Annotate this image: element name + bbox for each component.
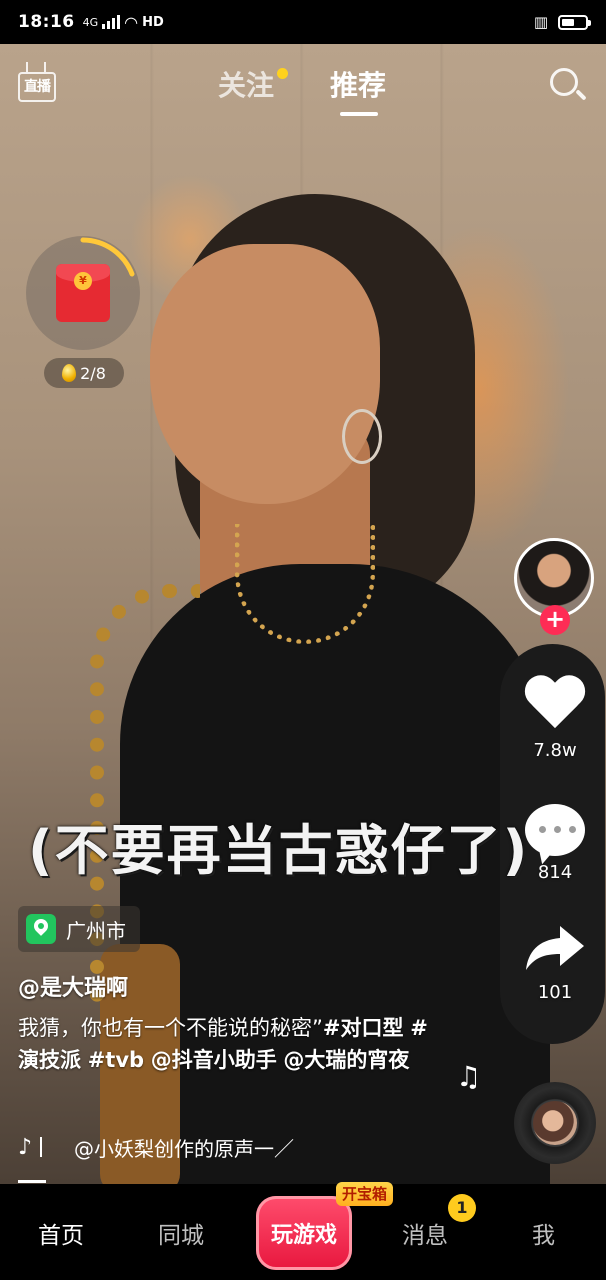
douyin-logo-icon: ♪ [18,1134,33,1160]
author-name[interactable]: @是大瑞啊 [18,970,128,1002]
live-label: 直播 [24,79,51,95]
wifi-icon: ◠ [124,12,139,32]
status-time: 18:16 [18,12,75,32]
video-progress-indicator [18,1180,46,1183]
location-tag[interactable]: 广州市 [18,906,140,952]
comment-button[interactable]: 814 [520,804,590,883]
signal-icon: 4G ◠ HD [83,13,164,32]
location-name: 广州市 [66,918,126,943]
search-button[interactable] [548,66,588,106]
red-packet-widget[interactable]: ¥ [26,236,140,350]
bottom-nav: 首页 同城 玩游戏 开宝箱 消息 1 我 [0,1182,606,1280]
vibrate-icon: ▥ [533,13,548,31]
hashtag-lipsync[interactable]: #对口型 [323,1016,404,1040]
messages-badge: 1 [448,1194,476,1222]
tv-antenna-icon [26,62,46,72]
nav-me[interactable]: 我 [532,1216,555,1250]
mention-douyin-helper[interactable]: @抖音小助手 [151,1048,277,1072]
live-button[interactable]: 直播 [16,62,58,104]
tab-recommended-label: 推荐 [330,69,387,102]
location-pin-icon [26,914,56,944]
music-info[interactable]: ♪ @小妖梨创作的原声一／ [18,1130,338,1164]
floating-music-note-icon: ♫ [456,1060,482,1093]
top-nav: 直播 关注 推荐 [0,56,606,116]
nav-messages[interactable]: 消息 [402,1216,448,1250]
nav-play-game[interactable]: 玩游戏 [256,1196,352,1270]
tab-following-label: 关注 [218,69,275,102]
tv-icon: 直播 [18,72,56,102]
comment-count: 814 [537,862,573,883]
share-icon [526,926,584,970]
search-icon [550,68,578,96]
follow-plus-button[interactable]: + [540,605,570,635]
music-bars-icon [40,1137,58,1157]
nav-home[interactable]: 首页 [38,1216,84,1250]
video-subtitle: (不要再当古惑仔了) [28,819,530,882]
video-description: 我猜，你也有一个不能说的秘密”#对口型 #演技派 #tvb @抖音小助手 @大瑞… [18,1012,448,1076]
coin-counter: 2/8 [44,358,124,388]
coin-count: 2/8 [80,363,106,383]
red-envelope-icon: ¥ [56,264,110,322]
tab-following[interactable]: 关注 [218,64,289,104]
status-bar: 18:16 4G ◠ HD ▥ [0,0,606,44]
yuan-coin-icon: ¥ [74,272,92,290]
like-count: 7.8w [533,740,577,761]
golden-egg-icon [62,364,77,382]
comment-icon [525,804,585,856]
new-content-dot [277,68,289,79]
hd-label: HD [142,14,164,30]
open-treasure-tag: 开宝箱 [336,1182,394,1206]
video-subject-face [150,244,380,504]
nav-play-game-label: 玩游戏 [270,1223,337,1248]
share-button[interactable]: 101 [520,922,590,1003]
active-tab-indicator [340,112,378,116]
heart-icon [523,676,587,736]
music-cover [533,1101,577,1145]
video-subject-earring [342,409,382,464]
share-count: 101 [537,982,573,1003]
description-text: 我猜，你也有一个不能说的秘密” [18,1016,323,1040]
tab-recommended[interactable]: 推荐 [330,64,387,116]
music-disc[interactable] [514,1082,596,1164]
like-button[interactable]: 7.8w [520,676,590,761]
network-type: 4G [82,15,99,29]
search-icon-handle [575,89,587,101]
battery-icon [558,14,591,30]
hashtag-tvb[interactable]: #tvb [88,1048,144,1072]
mention-darui-snack[interactable]: @大瑞的宵夜 [283,1048,409,1072]
nav-nearby[interactable]: 同城 [158,1216,204,1250]
song-title: @小妖梨创作的原声一／ [74,1136,295,1161]
